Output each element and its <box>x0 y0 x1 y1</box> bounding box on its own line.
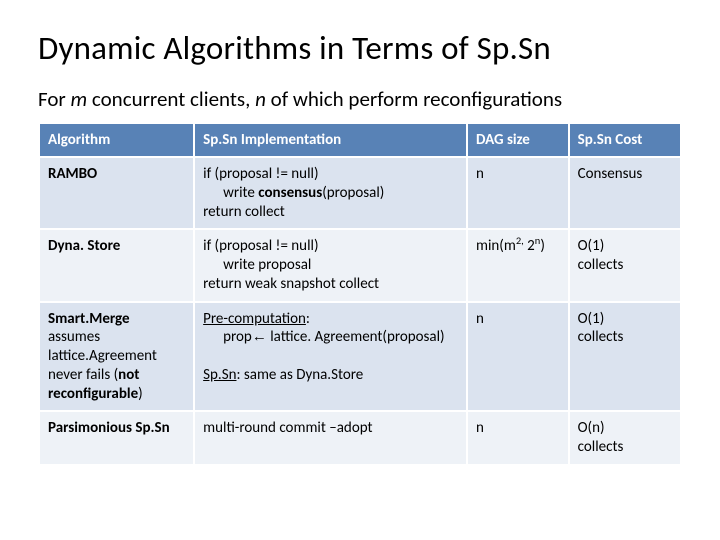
t: (proposal) <box>322 184 384 202</box>
dag-cell: n <box>467 302 569 412</box>
t: ) <box>138 385 143 403</box>
impl-line: Sp.Sn <box>203 366 236 384</box>
impl-line: write consensus(proposal) <box>203 184 384 203</box>
algorithms-table: Algorithm Sp.Sn Implementation DAG size … <box>38 122 682 466</box>
t: O(1) <box>578 310 605 328</box>
t: Smart.Merge <box>48 310 130 328</box>
t: : same as Dyna.Store <box>236 366 363 384</box>
dag-cell: n <box>467 157 569 229</box>
table-row: Parsimonious Sp.Sn multi-round commit –a… <box>39 411 681 465</box>
cost-cell: O(1) collects <box>569 229 681 301</box>
t: collects <box>578 256 624 274</box>
t: collects <box>578 438 624 456</box>
col-implementation: Sp.Sn Implementation <box>194 123 467 157</box>
algo-name: Dyna. Store <box>39 229 194 301</box>
subtitle: For m concurrent clients, n of which per… <box>38 86 682 112</box>
t: ) <box>540 237 545 255</box>
sup: 2, <box>516 234 524 247</box>
subtitle-n: n <box>255 86 266 112</box>
impl-cell: Pre-computation: prop← lattice. Agreemen… <box>194 302 467 412</box>
t: write <box>223 184 258 202</box>
table-header-row: Algorithm Sp.Sn Implementation DAG size … <box>39 123 681 157</box>
algo-name: Parsimonious Sp.Sn <box>39 411 194 465</box>
impl-line: if (proposal != null) <box>203 237 318 255</box>
subtitle-text: For <box>38 86 71 112</box>
cost-cell: O(1) collects <box>569 302 681 412</box>
impl-line: return weak snapshot collect <box>203 275 379 293</box>
t: O(n) <box>578 419 605 437</box>
cost-cell: Consensus <box>569 157 681 229</box>
impl-line: prop← lattice. Agreement(proposal) <box>203 328 444 347</box>
impl-line: write proposal <box>203 256 311 275</box>
impl-cell: multi-round commit –adopt <box>194 411 467 465</box>
t: min(m <box>476 237 516 255</box>
dag-cell: min(m2, 2n) <box>467 229 569 301</box>
col-cost: Sp.Sn Cost <box>569 123 681 157</box>
table-row: RAMBO if (proposal != null) write consen… <box>39 157 681 229</box>
page-title: Dynamic Algorithms in Terms of Sp.Sn <box>38 28 682 68</box>
table-row: Smart.Merge assumes lattice.Agreement ne… <box>39 302 681 412</box>
impl-line: if (proposal != null) <box>203 165 318 183</box>
t: prop <box>223 328 252 346</box>
col-dag-size: DAG size <box>467 123 569 157</box>
t: consensus <box>258 184 322 202</box>
algo-name: Smart.Merge assumes lattice.Agreement ne… <box>39 302 194 412</box>
table-row: Dyna. Store if (proposal != null) write … <box>39 229 681 301</box>
t: collects <box>578 328 624 346</box>
dag-cell: n <box>467 411 569 465</box>
impl-line: Pre-computation <box>203 310 306 328</box>
subtitle-text: concurrent clients, <box>87 86 255 112</box>
algo-name: RAMBO <box>39 157 194 229</box>
impl-cell: if (proposal != null) write proposal ret… <box>194 229 467 301</box>
t: 2 <box>524 237 535 255</box>
impl-cell: if (proposal != null) write consensus(pr… <box>194 157 467 229</box>
col-algorithm: Algorithm <box>39 123 194 157</box>
t: O(1) <box>578 237 605 255</box>
impl-line: return collect <box>203 203 285 221</box>
cost-cell: O(n) collects <box>569 411 681 465</box>
t: assumes lattice.Agreement never fails ( <box>48 328 157 384</box>
t: lattice. Agreement(proposal) <box>267 328 445 346</box>
left-arrow-icon: ← <box>252 328 267 345</box>
subtitle-text: of which perform reconfigurations <box>266 86 562 112</box>
subtitle-m: m <box>71 86 88 112</box>
t: : <box>306 310 310 328</box>
